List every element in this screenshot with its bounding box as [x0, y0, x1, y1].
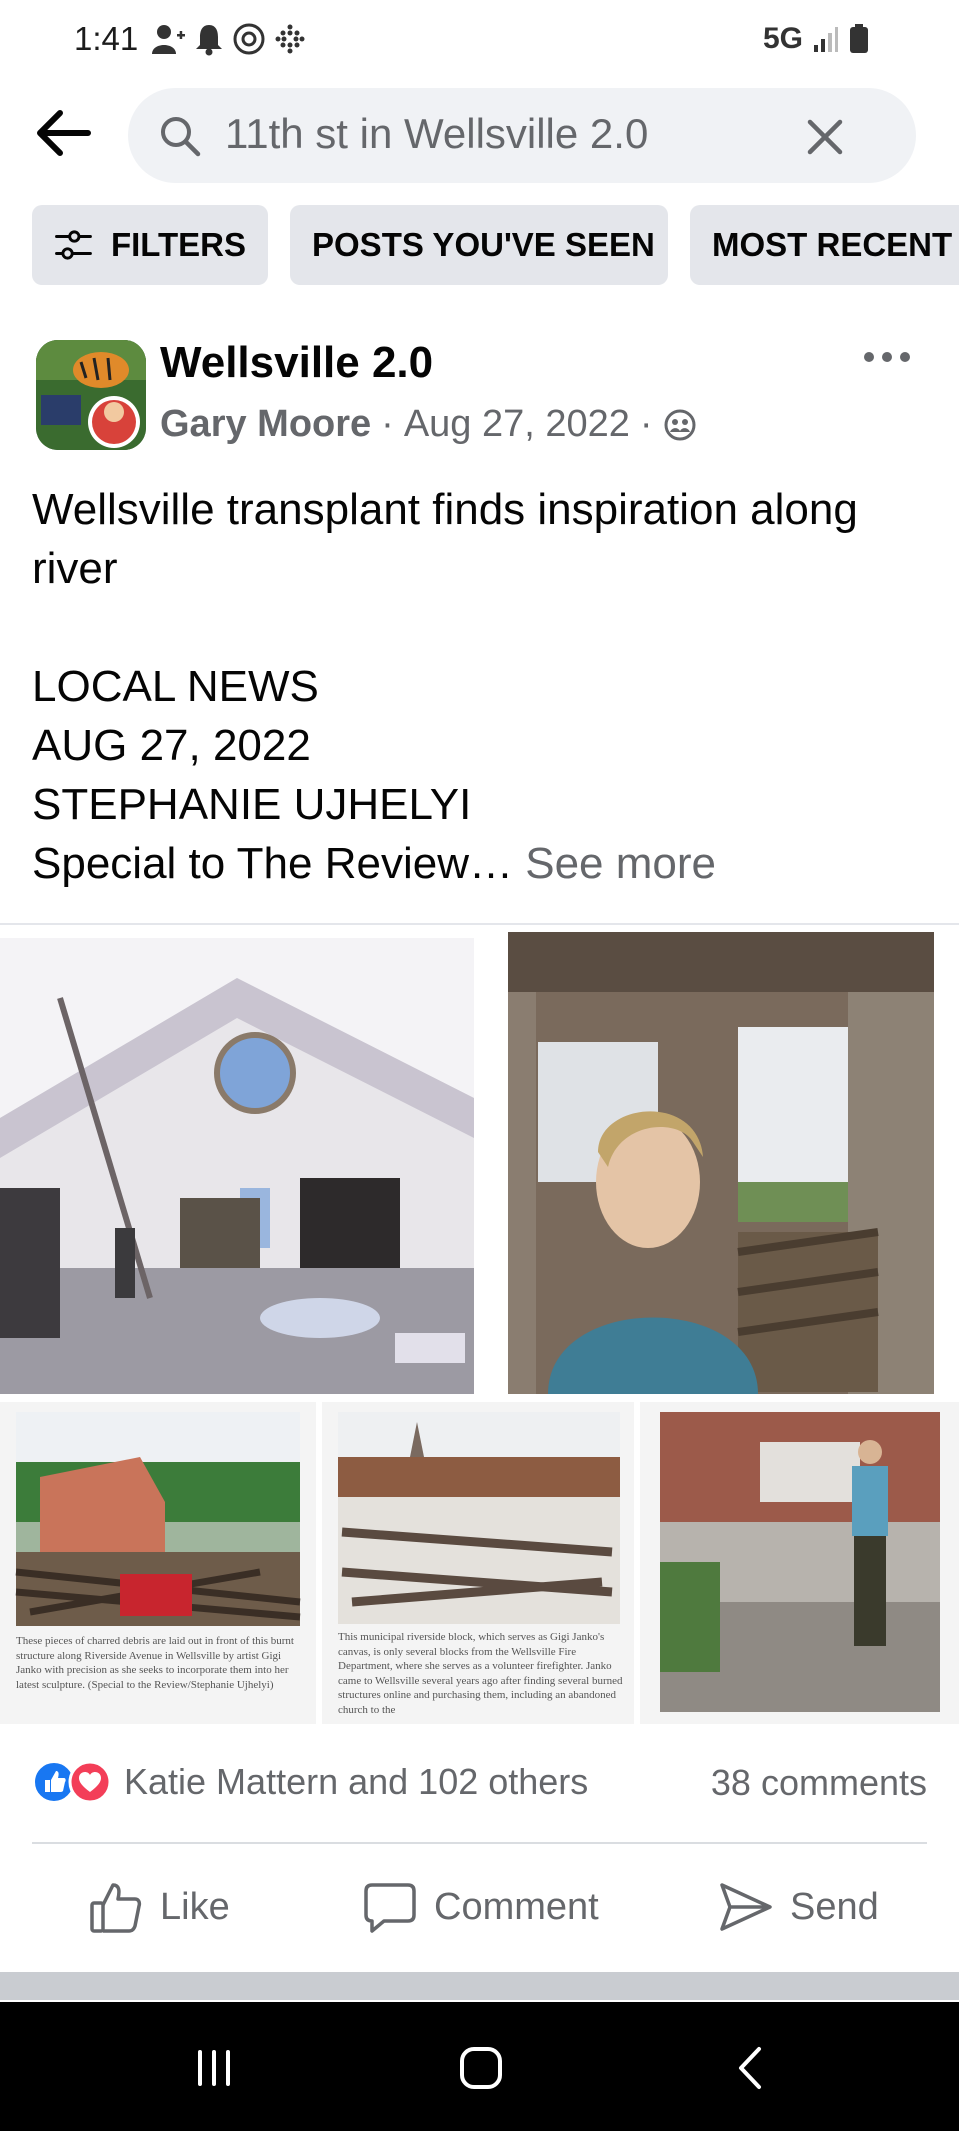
comment-button[interactable]: Comment	[362, 1872, 599, 1942]
post-line-byline: STEPHANIE UJHELYI	[32, 780, 472, 829]
signal-icon	[814, 27, 838, 52]
post-headline: Wellsville transplant finds inspiration …	[32, 485, 858, 593]
back-button[interactable]	[32, 102, 94, 164]
network-label: 5G	[762, 22, 803, 55]
posts-seen-chip[interactable]: POSTS YOU'VE SEEN	[290, 205, 668, 285]
send-icon	[720, 1883, 772, 1931]
add-person-icon	[152, 25, 185, 54]
photo-artist-portrait[interactable]	[508, 932, 934, 1394]
filters-chip[interactable]: FILTERS	[32, 205, 268, 285]
status-time: 1:41	[74, 20, 139, 57]
most-recent-chip[interactable]: MOST RECENT	[690, 205, 959, 285]
filters-label: FILTERS	[110, 226, 246, 263]
divider	[32, 1842, 927, 1844]
battery-icon	[850, 24, 868, 53]
dots-grid-icon	[275, 24, 305, 54]
back-arrow-icon	[37, 110, 91, 156]
post-line-last: Special to The Review… See more	[32, 834, 932, 893]
clear-search-button[interactable]	[804, 116, 846, 158]
post-line-section: LOCAL NEWS	[32, 662, 319, 711]
photo-church-interior[interactable]	[0, 938, 474, 1394]
comment-label: Comment	[434, 1885, 599, 1928]
send-button[interactable]: Send	[718, 1872, 879, 1942]
photo-caption-2: This municipal riverside block, which se…	[338, 1631, 623, 1716]
photo-caption-1: These pieces of charred debris are laid …	[16, 1635, 294, 1691]
posts-seen-label: POSTS YOU'VE SEEN	[312, 226, 655, 263]
notification-icons	[150, 22, 306, 56]
status-right: 5G	[763, 22, 869, 56]
comment-icon	[364, 1883, 416, 1933]
thumbs-up-icon	[90, 1883, 142, 1933]
photo-riverside-block[interactable]: This municipal riverside block, which se…	[322, 1402, 634, 1724]
love-reaction-icon	[68, 1760, 112, 1804]
more-dots-icon	[864, 352, 910, 362]
photo-artist-standing[interactable]	[640, 1402, 959, 1724]
search-query[interactable]: 11th st in Wellsville 2.0	[225, 110, 648, 158]
system-nav-bar	[0, 2002, 959, 2131]
group-avatar[interactable]	[36, 340, 146, 450]
post-line-date: AUG 27, 2022	[32, 721, 311, 770]
back-nav-icon[interactable]	[735, 2045, 765, 2091]
meta-separator: ·	[381, 403, 394, 445]
author-name[interactable]: Gary Moore	[160, 403, 371, 446]
reactions-text: Katie Mattern and 102 others	[124, 1761, 589, 1802]
bell-icon	[196, 25, 222, 56]
recent-apps-icon[interactable]	[194, 2048, 234, 2088]
search-icon	[158, 114, 202, 158]
most-recent-label: MOST RECENT	[712, 226, 953, 263]
reactions-summary[interactable]: Katie Mattern and 102 others	[32, 1760, 588, 1804]
post-meta: Gary Moore · Aug 27, 2022 ·	[160, 403, 697, 446]
post-text: Wellsville transplant finds inspiration …	[32, 480, 932, 893]
see-more-link[interactable]: See more	[525, 839, 716, 888]
home-icon[interactable]	[458, 2045, 504, 2091]
group-name[interactable]: Wellsville 2.0	[160, 338, 433, 388]
feed-separator	[0, 1972, 959, 2000]
more-options-button[interactable]	[862, 345, 912, 369]
photo-burnt-structure[interactable]: These pieces of charred debris are laid …	[0, 1402, 316, 1724]
threads-icon	[233, 23, 265, 55]
comments-count[interactable]: 38 comments	[711, 1762, 927, 1804]
meta-separator-2: ·	[639, 403, 653, 445]
sliders-icon	[55, 230, 92, 260]
like-button[interactable]: Like	[88, 1872, 230, 1942]
close-icon	[807, 119, 843, 155]
like-label: Like	[160, 1885, 230, 1928]
members-icon	[664, 409, 696, 440]
post-truncated-text: Special to The Review…	[32, 839, 513, 888]
send-label: Send	[790, 1885, 879, 1928]
divider	[0, 923, 959, 925]
post-date[interactable]: Aug 27, 2022	[404, 403, 630, 446]
